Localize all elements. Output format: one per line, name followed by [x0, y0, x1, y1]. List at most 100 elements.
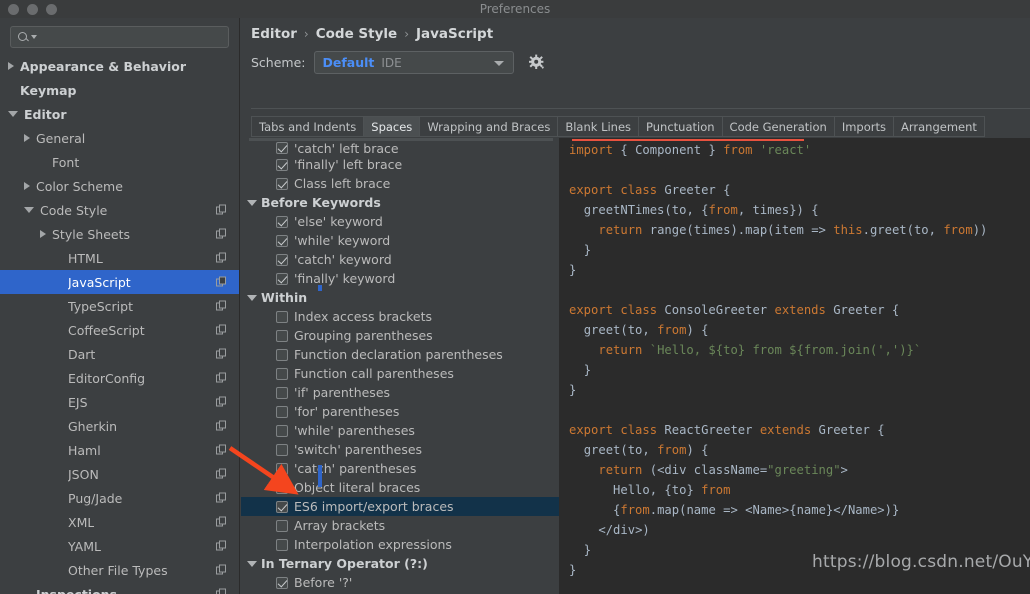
sidebar-item-editorconfig[interactable]: EditorConfig [0, 366, 239, 390]
scheme-select[interactable]: Default IDE [313, 51, 514, 74]
option-checkbox[interactable] [276, 253, 288, 266]
option-checkbox-row[interactable]: ES6 import/export braces [241, 497, 559, 516]
sidebar-item-code-style[interactable]: Code Style [0, 198, 239, 222]
chevron-down-icon[interactable] [247, 560, 257, 567]
sidebar-item-pug-jade[interactable]: Pug/Jade [0, 486, 239, 510]
option-checkbox-row[interactable]: 'while' keyword [241, 231, 559, 250]
copy-settings-icon[interactable] [216, 540, 227, 552]
option-checkbox[interactable] [276, 329, 288, 342]
copy-settings-icon[interactable] [216, 468, 227, 480]
breadcrumb-item[interactable]: Editor [251, 26, 297, 42]
sidebar-item-general[interactable]: General [0, 126, 239, 150]
search-input[interactable] [41, 30, 222, 44]
sidebar-item-yaml[interactable]: YAML [0, 534, 239, 558]
option-checkbox[interactable] [276, 158, 288, 171]
copy-settings-icon[interactable] [216, 564, 227, 576]
option-checkbox[interactable] [276, 424, 288, 437]
chevron-right-icon[interactable] [8, 62, 14, 70]
copy-settings-icon[interactable] [216, 204, 227, 216]
sidebar-item-dart[interactable]: Dart [0, 342, 239, 366]
tab-arrangement[interactable]: Arrangement [892, 116, 985, 136]
tab-spaces[interactable]: Spaces [363, 116, 420, 136]
tab-code-generation[interactable]: Code Generation [721, 116, 834, 136]
copy-settings-icon[interactable] [216, 348, 227, 360]
sidebar-item-xml[interactable]: XML [0, 510, 239, 534]
copy-settings-icon[interactable] [216, 492, 227, 504]
option-checkbox-row[interactable]: Object literal braces [241, 478, 559, 497]
chevron-right-icon[interactable] [24, 182, 30, 190]
option-checkbox-row[interactable]: 'catch' left brace [241, 141, 559, 156]
copy-settings-icon[interactable] [216, 396, 227, 408]
sidebar-item-other-file-types[interactable]: Other File Types [0, 558, 239, 582]
breadcrumb-item[interactable]: JavaScript [416, 26, 493, 42]
option-checkbox[interactable] [276, 576, 288, 589]
option-checkbox-row[interactable]: 'finally' left brace [241, 155, 559, 174]
copy-settings-icon[interactable] [216, 444, 227, 456]
sidebar-item-coffeescript[interactable]: CoffeeScript [0, 318, 239, 342]
chevron-right-icon[interactable] [24, 134, 30, 142]
option-checkbox-row[interactable]: Before '?' [241, 573, 559, 592]
sidebar-item-editor[interactable]: Editor [0, 102, 239, 126]
tab-imports[interactable]: Imports [833, 116, 893, 136]
chevron-down-icon[interactable] [247, 199, 257, 206]
copy-settings-icon[interactable] [216, 252, 227, 264]
sidebar-item-ejs[interactable]: EJS [0, 390, 239, 414]
chevron-down-icon[interactable] [493, 60, 504, 66]
copy-settings-icon[interactable] [216, 276, 227, 288]
option-checkbox-row[interactable]: Function declaration parentheses [241, 345, 559, 364]
option-checkbox[interactable] [276, 538, 288, 551]
option-checkbox-row[interactable]: 'catch' parentheses [241, 459, 559, 478]
option-checkbox[interactable] [276, 177, 288, 190]
tab-wrapping-and-braces[interactable]: Wrapping and Braces [419, 116, 558, 136]
option-checkbox[interactable] [276, 234, 288, 247]
copy-settings-icon[interactable] [216, 228, 227, 240]
sidebar-item-style-sheets[interactable]: Style Sheets [0, 222, 239, 246]
sidebar-item-keymap[interactable]: Keymap [0, 78, 239, 102]
sidebar-item-typescript[interactable]: TypeScript [0, 294, 239, 318]
sidebar-item-json[interactable]: JSON [0, 462, 239, 486]
sidebar-item-inspections[interactable]: Inspections [0, 582, 239, 594]
option-checkbox-row[interactable]: Grouping parentheses [241, 326, 559, 345]
search-box[interactable] [10, 26, 229, 48]
option-checkbox[interactable] [276, 215, 288, 228]
option-checkbox[interactable] [276, 519, 288, 532]
copy-settings-icon[interactable] [216, 588, 227, 594]
option-checkbox[interactable] [276, 386, 288, 399]
option-checkbox-row[interactable]: Class left brace [241, 174, 559, 193]
tab-punctuation[interactable]: Punctuation [638, 116, 722, 136]
option-checkbox-row[interactable]: 'for' parentheses [241, 402, 559, 421]
gear-icon[interactable] [528, 54, 545, 71]
option-checkbox[interactable] [276, 348, 288, 361]
copy-settings-icon[interactable] [216, 372, 227, 384]
copy-settings-icon[interactable] [216, 516, 227, 528]
copy-settings-icon[interactable] [216, 420, 227, 432]
option-checkbox[interactable] [276, 443, 288, 456]
option-checkbox[interactable] [276, 405, 288, 418]
option-checkbox-row[interactable]: 'while' parentheses [241, 421, 559, 440]
option-checkbox-row[interactable]: Array brackets [241, 516, 559, 535]
sidebar-item-javascript[interactable]: JavaScript [0, 270, 239, 294]
option-group-header[interactable]: Before Keywords [241, 193, 559, 212]
option-checkbox[interactable] [276, 310, 288, 323]
tab-blank-lines[interactable]: Blank Lines [557, 116, 639, 136]
option-checkbox-row[interactable]: 'catch' keyword [241, 250, 559, 269]
option-checkbox[interactable] [276, 500, 288, 513]
chevron-down-icon[interactable] [247, 294, 257, 301]
chevron-down-icon[interactable] [24, 207, 34, 213]
option-checkbox-row[interactable]: Index access brackets [241, 307, 559, 326]
chevron-down-icon[interactable] [31, 35, 37, 39]
option-checkbox[interactable] [276, 367, 288, 380]
option-checkbox-row[interactable]: 'switch' parentheses [241, 440, 559, 459]
sidebar-item-font[interactable]: Font [0, 150, 239, 174]
sidebar-item-color-scheme[interactable]: Color Scheme [0, 174, 239, 198]
option-checkbox-row[interactable]: Function call parentheses [241, 364, 559, 383]
option-checkbox-row[interactable]: 'if' parentheses [241, 383, 559, 402]
option-checkbox[interactable] [276, 272, 288, 285]
tab-tabs-and-indents[interactable]: Tabs and Indents [251, 116, 364, 136]
copy-settings-icon[interactable] [216, 300, 227, 312]
option-checkbox-row[interactable]: Interpolation expressions [241, 535, 559, 554]
breadcrumb-item[interactable]: Code Style [316, 26, 397, 42]
option-checkbox[interactable] [276, 462, 288, 475]
sidebar-item-html[interactable]: HTML [0, 246, 239, 270]
option-checkbox[interactable] [276, 142, 288, 154]
